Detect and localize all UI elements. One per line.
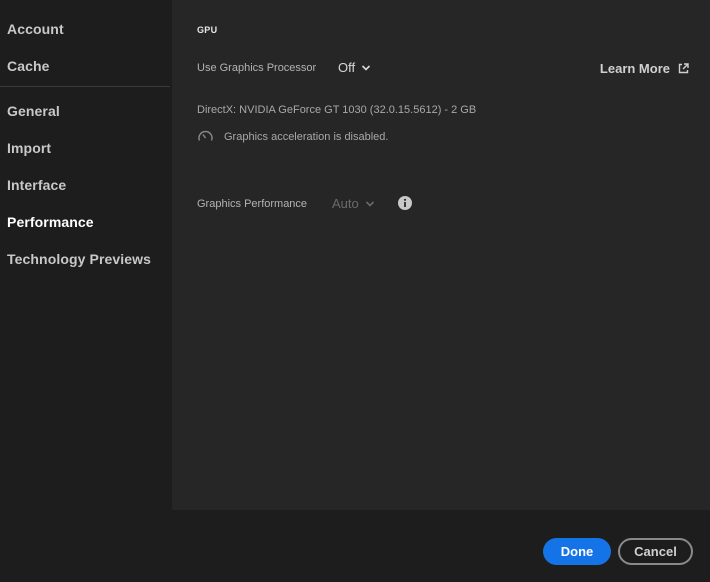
sidebar-item-cache[interactable]: Cache — [7, 58, 50, 74]
use-gpu-value: Off — [338, 60, 356, 75]
use-gpu-dropdown[interactable]: Off — [338, 60, 371, 75]
directx-info: DirectX: NVIDIA GeForce GT 1030 (32.0.15… — [197, 104, 477, 116]
sidebar-item-performance[interactable]: Performance — [7, 214, 94, 230]
use-gpu-label: Use Graphics Processor — [197, 62, 317, 74]
graphics-performance-value: Auto — [332, 196, 359, 211]
gpu-status-text: Graphics acceleration is disabled. — [224, 130, 389, 143]
sidebar-item-account[interactable]: Account — [7, 21, 64, 37]
sidebar-item-import[interactable]: Import — [7, 140, 51, 156]
learn-more-link[interactable]: Learn More — [600, 61, 689, 76]
graphics-performance-label: Graphics Performance — [197, 198, 308, 210]
chevron-down-icon — [365, 200, 374, 207]
sidebar-item-technology-previews[interactable]: Technology Previews — [7, 251, 151, 267]
done-button[interactable]: Done — [543, 538, 611, 565]
sidebar-item-interface[interactable]: Interface — [7, 177, 66, 193]
settings-panel: GPU Use Graphics Processor Off Learn Mor… — [172, 0, 710, 510]
sidebar-item-general[interactable]: General — [7, 103, 60, 119]
speedometer-icon — [198, 130, 213, 141]
graphics-performance-dropdown[interactable]: Auto — [332, 196, 375, 211]
info-icon[interactable] — [398, 196, 412, 210]
preferences-sidebar: Account Cache General Import Interface P… — [0, 0, 170, 510]
sidebar-divider — [0, 86, 170, 87]
cancel-button[interactable]: Cancel — [618, 538, 693, 565]
chevron-down-icon — [362, 64, 371, 71]
gpu-section-title: GPU — [197, 25, 218, 35]
gpu-status-row: Graphics acceleration is disabled. — [197, 128, 388, 145]
learn-more-label: Learn More — [599, 61, 670, 76]
external-link-icon — [678, 63, 689, 74]
